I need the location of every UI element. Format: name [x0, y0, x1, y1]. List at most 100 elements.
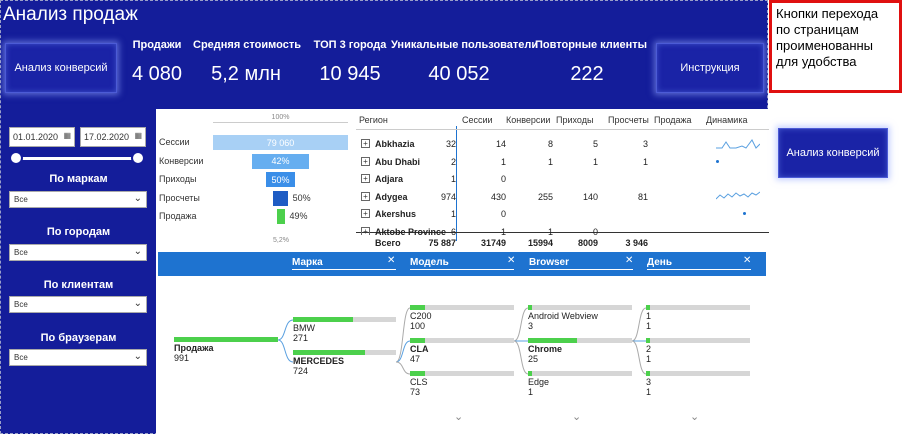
funnel-bar[interactable] [273, 190, 288, 206]
slider-start-handle[interactable] [9, 151, 23, 165]
node-bar[interactable] [410, 338, 514, 343]
node-bar[interactable] [410, 371, 514, 376]
node-bar[interactable] [410, 305, 514, 310]
region-matrix[interactable]: Регион Сессии Конверсии Приходы Просчеты Прод… [356, 109, 769, 249]
conversions-nav-button[interactable]: Анализ конверсий [5, 43, 117, 93]
instructions-button[interactable]: Инструкция [656, 43, 764, 93]
tree-level-day[interactable]: День [647, 257, 751, 270]
table-row[interactable]: + Adygea 974 430 255 140 81 [356, 188, 769, 206]
table-cell: 1 [592, 156, 598, 167]
tree-node-label: Chrome [528, 344, 563, 354]
kpi-value: 4 080 [131, 63, 183, 85]
table-cell: 14 [495, 139, 506, 149]
kpi-sales: Продажи 4 080 [131, 39, 183, 86]
expand-icon[interactable]: + [361, 156, 370, 166]
conversion-funnel[interactable]: 100% 5,2% Сессии 79 060 Конверсии 42% Приход… [156, 109, 356, 254]
slider-end-handle[interactable] [131, 151, 145, 165]
expand-icon[interactable]: + [361, 209, 370, 218]
chevron-down-icon[interactable]: ⌄ [690, 410, 699, 423]
kpi-label: Повторные клиенты [535, 39, 648, 51]
chevron-down-icon[interactable]: ⌄ [572, 410, 581, 423]
node-bar[interactable] [528, 338, 632, 343]
client-filter-value: Все [14, 300, 28, 309]
matrix-header[interactable]: Просчеты [608, 115, 649, 125]
calendar-icon[interactable]: ▦ [134, 131, 142, 140]
tree-node-label: Продажа [174, 343, 214, 353]
tree-node-value: 991 [174, 353, 190, 363]
tree-header: Марка ✕ Модель ✕ Browser ✕ День ✕ [158, 252, 766, 276]
matrix-header[interactable]: Регион [359, 115, 388, 125]
funnel-bottom-label: 5,2% [273, 237, 289, 244]
chevron-down-icon: ⌄ [133, 298, 142, 309]
total-cell: 15994 [527, 238, 553, 248]
kpi-value: 5,2 млн [211, 63, 281, 85]
node-bar[interactable] [646, 371, 750, 376]
node-bar-fill [410, 305, 425, 310]
kpi-value: 222 [570, 63, 604, 85]
close-icon[interactable]: ✕ [743, 255, 751, 266]
funnel-bar[interactable] [276, 209, 285, 224]
node-bar[interactable] [174, 337, 278, 342]
expand-icon[interactable]: + [361, 226, 370, 235]
matrix-header[interactable]: Конверсии [506, 115, 550, 125]
tree-node-value: 724 [293, 366, 309, 376]
city-filter-value: Все [14, 248, 28, 257]
kpi-top3-cities: ТОП 3 города 10 945 [311, 39, 389, 86]
city-filter-select[interactable]: Все ⌄ [9, 244, 147, 261]
matrix-header[interactable]: Сессии [462, 115, 493, 125]
table-row[interactable]: + Akershus 1 0 [356, 205, 769, 223]
tree-level-model[interactable]: Модель [410, 257, 514, 270]
total-label: Всего [375, 238, 401, 248]
node-bar[interactable] [646, 305, 750, 310]
close-icon[interactable]: ✕ [625, 255, 633, 266]
table-row[interactable]: + Abu Dhabi 2 1 1 1 1 [356, 153, 769, 171]
table-row[interactable]: + Aktobe Province 6 1 1 0 [356, 223, 769, 235]
node-bar[interactable] [528, 371, 632, 376]
kpi-unique-users: Уникальные пользователи 40 052 [391, 39, 538, 86]
calendar-icon[interactable]: ▦ [63, 131, 71, 140]
node-bar[interactable] [646, 338, 750, 343]
tree-node-label: C200 [410, 311, 432, 321]
table-cell: 1 [450, 174, 456, 184]
node-bar-fill [646, 338, 651, 343]
funnel-bar-value: 49% [289, 211, 308, 221]
expand-icon[interactable]: + [361, 139, 370, 148]
table-row[interactable]: + Adjara 1 0 [356, 170, 769, 188]
brand-filter-select[interactable]: Все ⌄ [9, 191, 147, 208]
close-icon[interactable]: ✕ [387, 255, 395, 266]
node-bar-fill [528, 338, 577, 343]
total-cell: 8009 [577, 238, 598, 248]
client-filter-select[interactable]: Все ⌄ [9, 296, 147, 313]
side-conversions-nav-button[interactable]: Анализ конверсий [778, 128, 888, 178]
matrix-header[interactable]: Динамика [706, 115, 747, 125]
tree-level-brand[interactable]: Марка [292, 257, 396, 270]
node-bar-fill [410, 371, 425, 376]
table-cell: 8 [547, 139, 553, 149]
funnel-bar-value: 50% [271, 174, 290, 185]
date-range-slider[interactable] [9, 151, 145, 165]
node-bar[interactable] [528, 305, 632, 310]
expand-icon[interactable]: + [361, 191, 370, 201]
chevron-down-icon: ⌄ [133, 351, 142, 362]
expand-icon[interactable]: + [361, 174, 370, 183]
node-bar[interactable] [293, 350, 396, 355]
kpi-value: 10 945 [319, 63, 381, 85]
node-bar[interactable] [293, 317, 396, 322]
funnel-bar[interactable]: 50% [266, 172, 295, 187]
browser-filter-select[interactable]: Все ⌄ [9, 349, 147, 366]
decomposition-tree[interactable]: Марка ✕ Модель ✕ Browser ✕ День ✕ ⌄ ⌄ ⌄ … [158, 252, 766, 435]
table-cell: 1 [547, 156, 553, 167]
funnel-bar[interactable]: 79 060 [213, 135, 348, 150]
close-icon[interactable]: ✕ [507, 255, 515, 266]
chevron-down-icon[interactable]: ⌄ [454, 410, 463, 423]
tree-level-browser[interactable]: Browser [529, 257, 633, 270]
funnel-bar[interactable]: 42% [252, 153, 309, 169]
matrix-header[interactable]: Продажа [654, 115, 692, 125]
node-bar-fill [174, 337, 278, 342]
table-cell: 430 [490, 191, 506, 202]
tree-node-value: 100 [410, 321, 426, 331]
table-row[interactable]: + Abkhazia 32 14 8 5 3 [356, 135, 769, 153]
date-to-input[interactable]: 17.02.2020 ▦ [80, 127, 146, 147]
date-from-input[interactable]: 01.01.2020 ▦ [9, 127, 75, 147]
matrix-header[interactable]: Приходы [556, 115, 593, 125]
